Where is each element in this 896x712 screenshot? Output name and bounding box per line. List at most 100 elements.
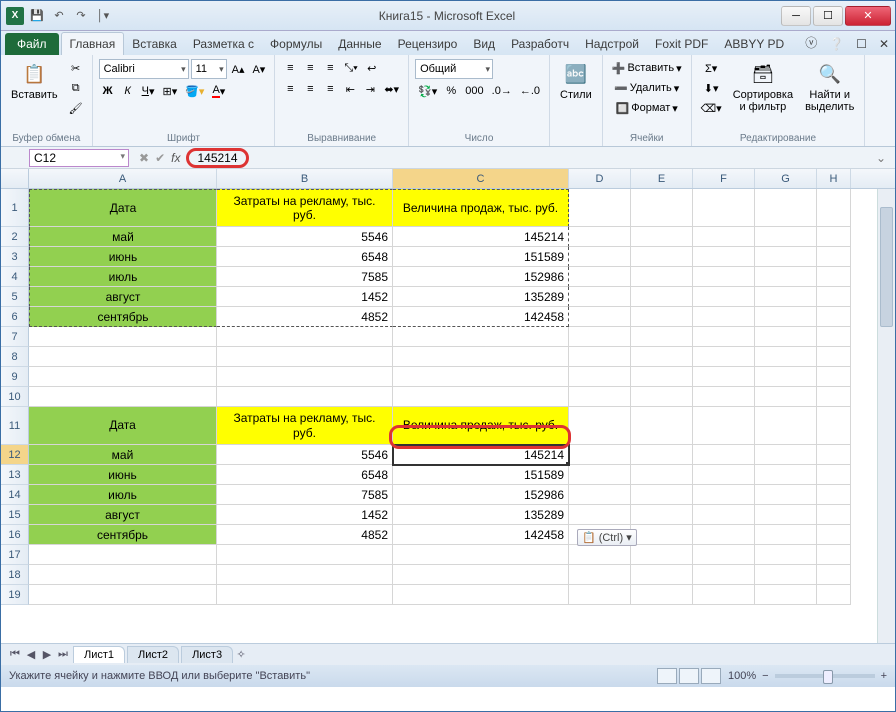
- cell[interactable]: [817, 505, 851, 525]
- cell[interactable]: май: [29, 445, 217, 465]
- cell[interactable]: [817, 585, 851, 605]
- zoom-in-icon[interactable]: +: [881, 670, 887, 682]
- view-pagebreak-icon[interactable]: [701, 668, 721, 684]
- orientation-icon[interactable]: ⤡▾: [341, 59, 360, 77]
- col-A[interactable]: A: [29, 169, 217, 188]
- cell[interactable]: [755, 227, 817, 247]
- cell[interactable]: [693, 525, 755, 545]
- italic-button[interactable]: К: [119, 82, 137, 100]
- cell[interactable]: [29, 367, 217, 387]
- cell[interactable]: [817, 465, 851, 485]
- cell[interactable]: 4852: [217, 307, 393, 327]
- cell[interactable]: 4852: [217, 525, 393, 545]
- cell[interactable]: [755, 287, 817, 307]
- fill-icon[interactable]: ⬇▾: [698, 79, 725, 97]
- indent-more-icon[interactable]: ⇥: [361, 80, 379, 98]
- cell[interactable]: [631, 287, 693, 307]
- fx-confirm-icon[interactable]: ✔: [155, 151, 165, 165]
- number-format-combo[interactable]: Общий: [415, 59, 493, 79]
- cell[interactable]: [569, 267, 631, 287]
- cell[interactable]: [217, 347, 393, 367]
- cell[interactable]: [569, 445, 631, 465]
- cell[interactable]: июнь: [29, 465, 217, 485]
- cell[interactable]: [631, 247, 693, 267]
- cell[interactable]: 142458: [393, 525, 569, 545]
- cell[interactable]: [393, 585, 569, 605]
- cell[interactable]: [693, 545, 755, 565]
- view-layout-icon[interactable]: [679, 668, 699, 684]
- cell[interactable]: [569, 465, 631, 485]
- cell[interactable]: сентябрь: [29, 525, 217, 545]
- cell[interactable]: [755, 267, 817, 287]
- cell[interactable]: [693, 485, 755, 505]
- tab-home[interactable]: Главная: [61, 32, 125, 55]
- qat-more-icon[interactable]: │▾: [93, 7, 113, 25]
- insert-cells-button[interactable]: ➕ Вставить ▾: [609, 59, 685, 77]
- cell[interactable]: [755, 465, 817, 485]
- tab-view[interactable]: Вид: [465, 33, 503, 55]
- select-all-corner[interactable]: [1, 169, 29, 188]
- formula-expand-icon[interactable]: ⌄: [873, 151, 889, 165]
- currency-icon[interactable]: 💱▾: [415, 82, 440, 100]
- cell[interactable]: май: [29, 227, 217, 247]
- sheet-tab-3[interactable]: Лист3: [181, 646, 233, 663]
- cell[interactable]: 145214: [393, 227, 569, 247]
- row-header[interactable]: 3: [1, 247, 29, 267]
- cell[interactable]: [817, 307, 851, 327]
- row-header[interactable]: 18: [1, 565, 29, 585]
- cell[interactable]: [693, 445, 755, 465]
- cell[interactable]: [693, 247, 755, 267]
- cut-icon[interactable]: ✂: [66, 59, 86, 77]
- cell[interactable]: [217, 565, 393, 585]
- cell[interactable]: [631, 189, 693, 227]
- border-icon[interactable]: ⊞▾: [159, 82, 180, 100]
- cell[interactable]: 152986: [393, 267, 569, 287]
- cell[interactable]: [755, 387, 817, 407]
- col-C[interactable]: C: [393, 169, 569, 188]
- cell[interactable]: [29, 327, 217, 347]
- cell[interactable]: июнь: [29, 247, 217, 267]
- zoom-out-icon[interactable]: −: [762, 670, 768, 682]
- cell[interactable]: [393, 327, 569, 347]
- cell[interactable]: [693, 189, 755, 227]
- cell[interactable]: [693, 585, 755, 605]
- cell[interactable]: [631, 347, 693, 367]
- cell[interactable]: [29, 585, 217, 605]
- tab-data[interactable]: Данные: [330, 33, 389, 55]
- col-B[interactable]: B: [217, 169, 393, 188]
- row-header[interactable]: 9: [1, 367, 29, 387]
- sheet-tab-2[interactable]: Лист2: [127, 646, 179, 663]
- merge-icon[interactable]: ⬌▾: [381, 80, 402, 98]
- cell[interactable]: [569, 247, 631, 267]
- underline-button[interactable]: Ч▾: [139, 82, 158, 100]
- tab-foxit[interactable]: Foxit PDF: [647, 33, 716, 55]
- cell[interactable]: август: [29, 505, 217, 525]
- row-header[interactable]: 12: [1, 445, 29, 465]
- grow-font-icon[interactable]: A▴: [229, 60, 248, 78]
- font-color-icon[interactable]: A▾: [209, 82, 228, 100]
- row-header[interactable]: 4: [1, 267, 29, 287]
- fill-color-icon[interactable]: 🪣▾: [182, 82, 207, 100]
- font-name-combo[interactable]: Calibri: [99, 59, 189, 79]
- bold-button[interactable]: Ж: [99, 82, 117, 100]
- cell[interactable]: [755, 189, 817, 227]
- cell[interactable]: [817, 247, 851, 267]
- cell[interactable]: [693, 227, 755, 247]
- cell[interactable]: [569, 189, 631, 227]
- doc-close-icon[interactable]: ✕: [873, 33, 895, 55]
- format-painter-icon[interactable]: 🖌: [66, 99, 86, 117]
- cell[interactable]: [755, 525, 817, 545]
- cell[interactable]: [217, 585, 393, 605]
- align-left-icon[interactable]: ≡: [281, 80, 299, 98]
- cell[interactable]: [817, 367, 851, 387]
- cell[interactable]: [569, 407, 631, 445]
- cell[interactable]: [693, 465, 755, 485]
- tab-formulas[interactable]: Формулы: [262, 33, 330, 55]
- cell[interactable]: [569, 227, 631, 247]
- tab-review[interactable]: Рецензиро: [390, 33, 466, 55]
- sheet-nav-next-icon[interactable]: ▶: [39, 647, 55, 663]
- cell[interactable]: [217, 327, 393, 347]
- tab-insert[interactable]: Вставка: [124, 33, 185, 55]
- row-header[interactable]: 5: [1, 287, 29, 307]
- align-top-icon[interactable]: ≡: [281, 59, 299, 77]
